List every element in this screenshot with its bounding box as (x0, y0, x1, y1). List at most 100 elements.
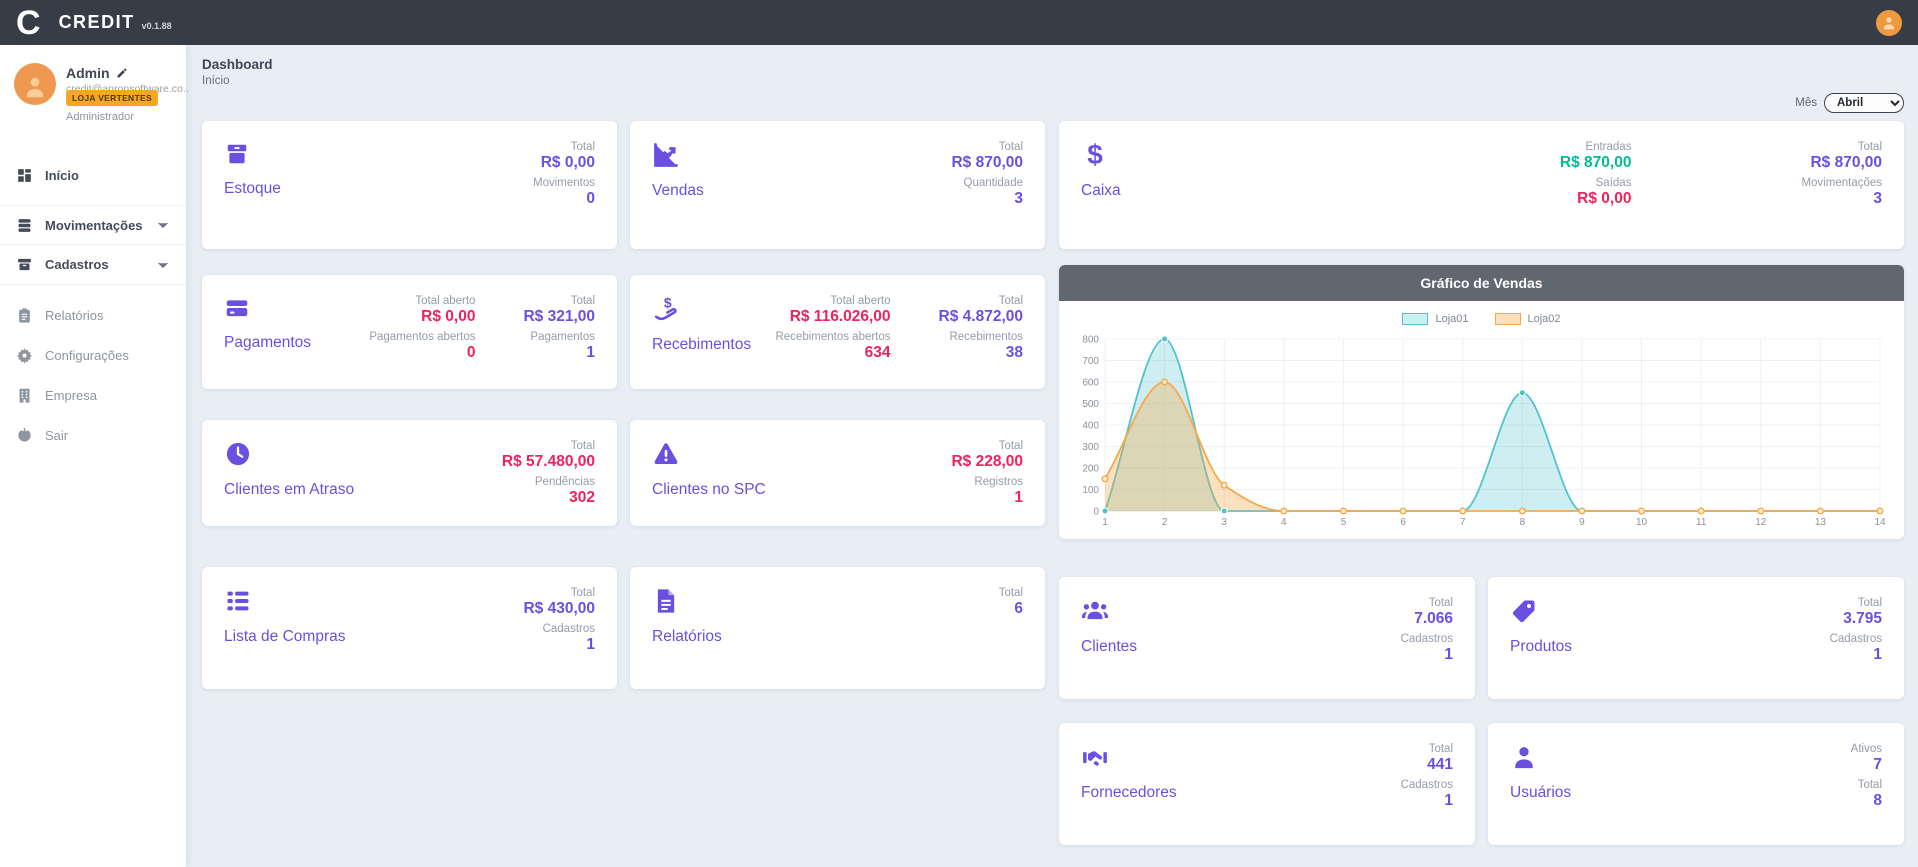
legend-item-loja01[interactable]: Loja01 (1402, 313, 1468, 325)
svg-text:400: 400 (1082, 421, 1099, 432)
svg-text:3: 3 (1221, 517, 1227, 528)
stat-value: R$ 0,00 (1560, 190, 1632, 208)
card-title[interactable]: Caixa (1081, 182, 1121, 200)
svg-text:500: 500 (1082, 399, 1099, 410)
svg-text:2: 2 (1162, 517, 1168, 528)
svg-text:800: 800 (1082, 335, 1099, 346)
stat-value: 1 (523, 636, 595, 654)
card-title[interactable]: Produtos (1510, 638, 1572, 656)
stat-label: Ativos (1851, 743, 1882, 755)
sidebar-item-relatorios[interactable]: Relatórios (0, 295, 186, 335)
card-recebimentos[interactable]: $ Recebimentos Total aberto R$ 116.026,0… (630, 275, 1045, 389)
stat-label: Entradas (1560, 141, 1632, 153)
stat-label: Total (1851, 779, 1882, 791)
card-vendas[interactable]: Vendas Total R$ 870,00 Quantidade 3 (630, 121, 1045, 249)
card-title[interactable]: Pagamentos (224, 334, 311, 352)
stat-value: 3.795 (1830, 610, 1882, 628)
svg-text:9: 9 (1579, 517, 1585, 528)
stat-value: 8 (1851, 792, 1882, 810)
stat-label: Total (523, 587, 595, 599)
profile-avatar[interactable] (14, 63, 56, 105)
sidebar-item-configuracoes[interactable]: Configurações (0, 335, 186, 375)
stat-value: 302 (502, 489, 595, 507)
stat-value: 634 (775, 344, 890, 362)
card-caixa[interactable]: $ Caixa Entradas R$ 870,00 Saídas R$ 0,0… (1059, 121, 1904, 249)
stat-value: R$ 57.480,00 (502, 453, 595, 471)
stat-value: 1 (951, 489, 1023, 507)
svg-text:100: 100 (1082, 485, 1099, 496)
edit-profile-icon[interactable] (116, 67, 128, 79)
month-select[interactable]: Abril (1824, 93, 1904, 113)
stat-label: Total (999, 587, 1023, 599)
stat-label: Total (951, 440, 1023, 452)
sidebar-item-sair[interactable]: Sair (0, 415, 186, 455)
chevron-down-icon (156, 218, 170, 232)
stat-label: Total (523, 295, 595, 307)
svg-text:200: 200 (1082, 464, 1099, 475)
stat-value: 1 (1401, 646, 1453, 664)
card-title[interactable]: Clientes (1081, 638, 1137, 656)
main-area: Dashboard Início Mês Abril Estoque (186, 45, 1918, 867)
card-title[interactable]: Vendas (652, 182, 704, 200)
stat-value: 1 (523, 344, 595, 362)
breadcrumb: Início (202, 75, 1904, 87)
dollar-icon: $ (1081, 141, 1109, 169)
card-title[interactable]: Fornecedores (1081, 784, 1177, 802)
stat-value: 6 (999, 600, 1023, 618)
chevron-down-icon (156, 258, 170, 272)
single-user-icon (1510, 743, 1538, 771)
stat-label: Cadastros (523, 623, 595, 635)
card-usuarios[interactable]: Usuários Ativos 7 Total 8 (1488, 723, 1904, 845)
card-title[interactable]: Clientes em Atraso (224, 481, 354, 499)
stat-label: Recebimentos abertos (775, 331, 890, 343)
card-pagamentos[interactable]: Pagamentos Total aberto R$ 0,00 Pagament… (202, 275, 617, 389)
stat-label: Total (1401, 597, 1453, 609)
card-title[interactable]: Usuários (1510, 784, 1571, 802)
card-relatorios[interactable]: Relatórios Total 6 (630, 567, 1045, 689)
stat-label: Cadastros (1830, 633, 1882, 645)
card-title[interactable]: Relatórios (652, 628, 722, 646)
svg-text:5: 5 (1341, 517, 1347, 528)
stat-value: R$ 870,00 (1801, 154, 1882, 172)
card-title[interactable]: Estoque (224, 180, 281, 198)
stat-label: Pendências (502, 476, 595, 488)
avatar-person-icon (22, 74, 48, 100)
card-fornecedores[interactable]: Fornecedores Total 441 Cadastros 1 (1059, 723, 1475, 845)
user-menu-button[interactable] (1876, 10, 1902, 36)
card-estoque[interactable]: Estoque Total R$ 0,00 Movimentos 0 (202, 121, 617, 249)
users-group-icon (1081, 597, 1109, 625)
svg-text:700: 700 (1082, 356, 1099, 367)
stat-value: 0 (533, 190, 595, 208)
stat-label: Total (939, 295, 1023, 307)
card-clientes-no-spc[interactable]: Clientes no SPC Total R$ 228,00 Registro… (630, 420, 1045, 526)
month-filter-row: Mês Abril (186, 87, 1918, 121)
chart-body: Loja01 Loja02 01002003004005006007008001… (1059, 301, 1904, 539)
stat-value: R$ 321,00 (523, 308, 595, 326)
sidebar-item-label: Cadastros (45, 257, 109, 272)
card-title[interactable]: Recebimentos (652, 336, 751, 354)
clock-icon (224, 440, 252, 468)
power-icon (16, 427, 33, 444)
sidebar: Admin credit@anronsoftware.co... LOJA VE… (0, 45, 186, 867)
stat-label: Pagamentos abertos (369, 331, 475, 343)
card-title[interactable]: Lista de Compras (224, 628, 345, 646)
svg-text:$: $ (1087, 141, 1103, 169)
card-clientes[interactable]: Clientes Total 7.066 Cadastros 1 (1059, 577, 1475, 699)
card-clientes-em-atraso[interactable]: Clientes em Atraso Total R$ 57.480,00 Pe… (202, 420, 617, 526)
svg-text:12: 12 (1755, 517, 1767, 528)
sidebar-item-inicio[interactable]: Início (0, 155, 186, 195)
card-title[interactable]: Clientes no SPC (652, 481, 766, 499)
card-lista-de-compras[interactable]: Lista de Compras Total R$ 430,00 Cadastr… (202, 567, 617, 689)
svg-text:600: 600 (1082, 378, 1099, 389)
sidebar-item-cadastros[interactable]: Cadastros (0, 245, 186, 285)
card-produtos[interactable]: Produtos Total 3.795 Cadastros 1 (1488, 577, 1904, 699)
stat-label: Total (951, 141, 1023, 153)
clipboard-icon (16, 307, 33, 324)
stat-label: Movimentações (1801, 177, 1882, 189)
stat-label: Total (1401, 743, 1453, 755)
sidebar-item-empresa[interactable]: Empresa (0, 375, 186, 415)
sidebar-item-movimentacoes[interactable]: Movimentações (0, 205, 186, 245)
stat-value: 3 (1801, 190, 1882, 208)
legend-label: Loja02 (1528, 313, 1561, 325)
legend-item-loja02[interactable]: Loja02 (1495, 313, 1561, 325)
